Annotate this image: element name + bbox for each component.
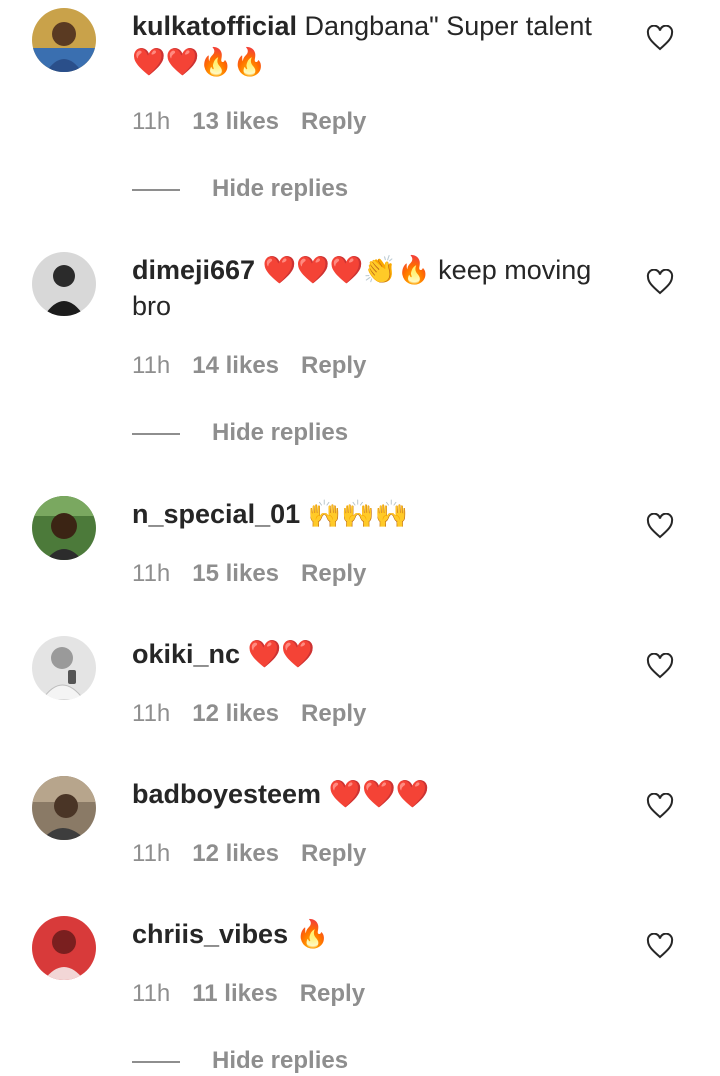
comment-meta: 11h 12 likes Reply (132, 839, 366, 869)
comment-likes[interactable]: 14 likes (192, 352, 279, 379)
reply-button[interactable]: Reply (301, 108, 366, 135)
divider-line (132, 189, 180, 191)
comment-text: okiki_nc ❤️❤️ (132, 636, 612, 672)
avatar[interactable] (32, 636, 96, 700)
comment-likes[interactable]: 12 likes (192, 700, 279, 727)
comment-time: 11h (132, 560, 171, 587)
avatar[interactable] (32, 776, 96, 840)
heart-icon[interactable] (646, 653, 674, 679)
comment-text: dimeji667 ❤️❤️❤️👏🔥 keep moving bro (132, 252, 612, 324)
heart-icon[interactable] (646, 269, 674, 295)
comment-time: 11h (132, 700, 171, 727)
hide-replies-label: Hide replies (212, 175, 349, 202)
reply-button[interactable]: Reply (301, 700, 366, 727)
comment-username[interactable]: chriis_vibes (132, 919, 288, 949)
avatar[interactable] (32, 496, 96, 560)
comment-meta: 11h 11 likes Reply (132, 979, 365, 1009)
divider-line (132, 433, 180, 435)
avatar[interactable] (32, 916, 96, 980)
comment-body: 🙌🙌🙌 (300, 499, 409, 529)
hide-replies-label: Hide replies (212, 1047, 349, 1074)
comment-time: 11h (132, 352, 171, 379)
comment-body: 🔥 (288, 919, 330, 949)
comment-meta: 11h 14 likes Reply (132, 351, 366, 381)
comment-likes[interactable]: 12 likes (192, 840, 279, 867)
heart-icon[interactable] (646, 513, 674, 539)
avatar[interactable] (32, 252, 96, 316)
comment-username[interactable]: okiki_nc (132, 639, 240, 669)
comment-meta: 11h 13 likes Reply (132, 107, 366, 137)
comment-likes[interactable]: 15 likes (192, 560, 279, 587)
comment-username[interactable]: kulkatofficial (132, 11, 297, 41)
hide-replies-label: Hide replies (212, 419, 349, 446)
comment-meta: 11h 15 likes Reply (132, 559, 366, 589)
comment-username[interactable]: n_special_01 (132, 499, 300, 529)
comment-text: kulkatofficial Dangbana" Super talent ❤️… (132, 8, 612, 80)
comment-username[interactable]: dimeji667 (132, 255, 255, 285)
reply-button[interactable]: Reply (301, 840, 366, 867)
reply-button[interactable]: Reply (301, 352, 366, 379)
comment-body: ❤️❤️ (240, 639, 315, 669)
comment-meta: 11h 12 likes Reply (132, 699, 366, 729)
comment-likes[interactable]: 11 likes (192, 980, 277, 1007)
comment-text: n_special_01 🙌🙌🙌 (132, 496, 612, 532)
comment-text: chriis_vibes 🔥 (132, 916, 612, 952)
divider-line (132, 1061, 180, 1063)
comment-text: badboyesteem ❤️❤️❤️ (132, 776, 612, 812)
comment-username[interactable]: badboyesteem (132, 779, 321, 809)
comment-time: 11h (132, 840, 171, 867)
comment-likes[interactable]: 13 likes (192, 108, 279, 135)
reply-button[interactable]: Reply (300, 980, 365, 1007)
heart-icon[interactable] (646, 793, 674, 819)
heart-icon[interactable] (646, 933, 674, 959)
comment-time: 11h (132, 108, 171, 135)
comment-time: 11h (132, 980, 171, 1007)
comment-body: ❤️❤️❤️ (321, 779, 430, 809)
avatar[interactable] (32, 8, 96, 72)
heart-icon[interactable] (646, 25, 674, 51)
reply-button[interactable]: Reply (301, 560, 366, 587)
